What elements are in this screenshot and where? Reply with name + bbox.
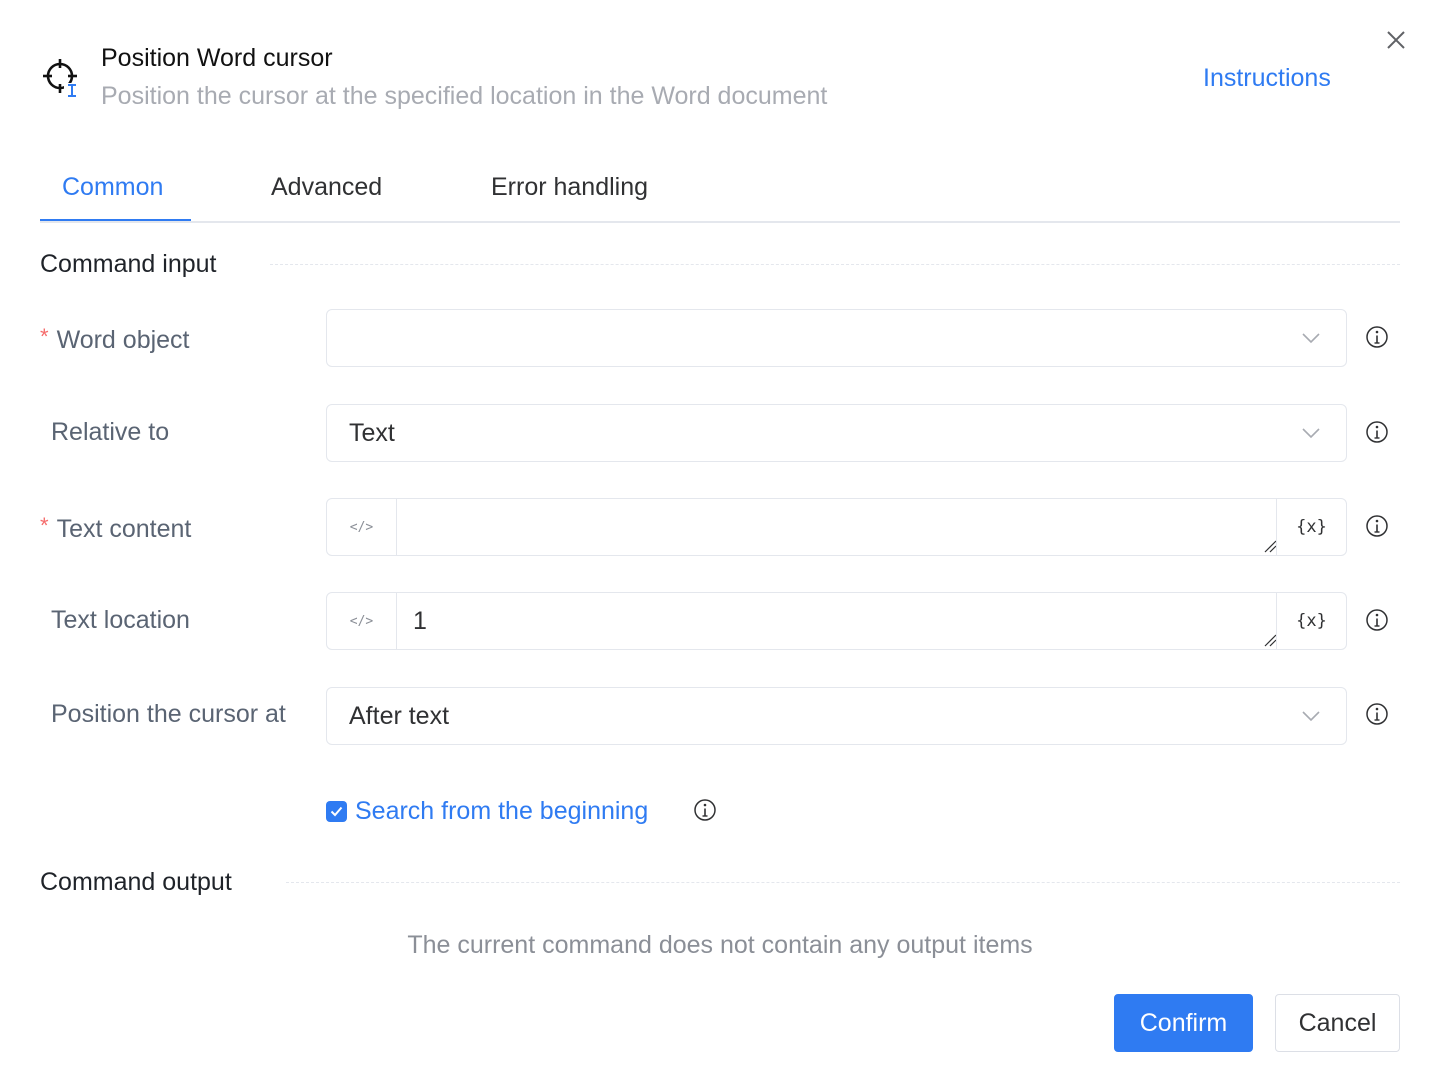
dialog-subtitle: Position the cursor at the specified loc…	[101, 82, 828, 110]
chevron-down-icon	[1302, 428, 1320, 439]
search-from-beginning-checkbox[interactable]	[326, 800, 347, 822]
confirm-button[interactable]: Confirm	[1114, 994, 1253, 1052]
crosshair-cursor-icon	[43, 59, 80, 97]
code-mode-button[interactable]: </>	[327, 593, 397, 649]
checkmark-icon	[330, 806, 343, 816]
info-icon[interactable]	[1365, 608, 1389, 632]
tab-common[interactable]: Common	[62, 170, 163, 204]
tab-advanced[interactable]: Advanced	[271, 170, 382, 204]
text-location-label: Text location	[51, 606, 190, 634]
info-icon[interactable]	[693, 798, 717, 822]
cursor-position-value: After text	[349, 702, 450, 730]
word-object-label: * Word object	[40, 324, 190, 354]
text-location-input[interactable]	[398, 593, 1277, 649]
text-content-field: </> {x}	[326, 498, 1347, 556]
insert-variable-button[interactable]: {x}	[1276, 499, 1346, 555]
insert-variable-button[interactable]: {x}	[1276, 593, 1346, 649]
command-output-title: Command output	[40, 868, 232, 896]
info-icon[interactable]	[1365, 325, 1389, 349]
text-content-label: * Text content	[40, 513, 192, 543]
info-icon[interactable]	[1365, 514, 1389, 538]
code-mode-button[interactable]: </>	[327, 499, 397, 555]
info-icon[interactable]	[1365, 420, 1389, 444]
text-content-input[interactable]	[398, 499, 1277, 555]
section-divider	[286, 882, 1400, 883]
cancel-button[interactable]: Cancel	[1275, 994, 1400, 1052]
close-icon[interactable]	[1380, 24, 1412, 56]
search-from-beginning-label[interactable]: Search from the beginning	[355, 795, 648, 827]
instructions-link[interactable]: Instructions	[1203, 62, 1331, 94]
tab-bar: Common Advanced Error handling	[40, 160, 1400, 223]
relative-to-value: Text	[349, 419, 395, 447]
info-icon[interactable]	[1365, 702, 1389, 726]
no-output-message: The current command does not contain any…	[407, 931, 1033, 959]
command-input-title: Command input	[40, 250, 217, 278]
resize-handle-icon[interactable]	[1263, 539, 1277, 553]
chevron-down-icon	[1302, 333, 1320, 344]
position-word-cursor-dialog: Position Word cursor Position the cursor…	[0, 0, 1440, 1090]
resize-handle-icon[interactable]	[1263, 633, 1277, 647]
text-location-field: </> {x}	[326, 592, 1347, 650]
required-mark: *	[40, 513, 49, 538]
chevron-down-icon	[1302, 711, 1320, 722]
tab-error-handling[interactable]: Error handling	[491, 170, 648, 204]
cursor-position-select[interactable]: After text	[326, 687, 1347, 745]
search-from-beginning-option: Search from the beginning	[326, 795, 716, 827]
dialog-title: Position Word cursor	[101, 44, 333, 72]
word-object-select[interactable]	[326, 309, 1347, 367]
relative-to-label: Relative to	[51, 418, 170, 446]
required-mark: *	[40, 324, 49, 349]
section-divider	[270, 264, 1400, 265]
cursor-position-label: Position the cursor at	[51, 700, 286, 728]
relative-to-select[interactable]: Text	[326, 404, 1347, 462]
active-tab-indicator	[40, 219, 191, 221]
